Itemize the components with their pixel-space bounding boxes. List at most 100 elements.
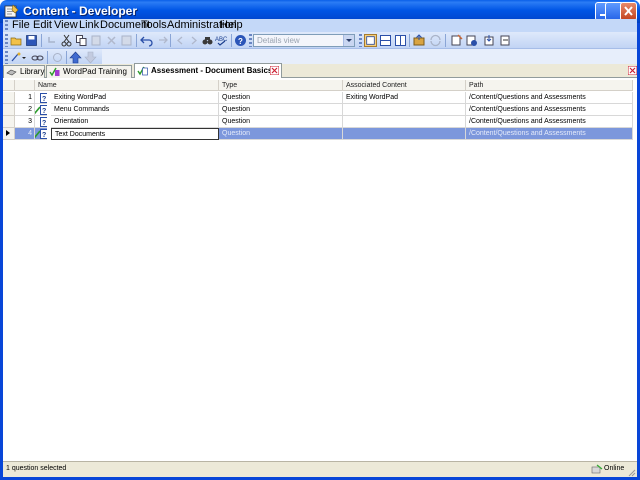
question-icon: ? <box>40 117 47 127</box>
row-number: 1 <box>15 92 35 104</box>
menu-tools[interactable]: Tools <box>141 19 167 32</box>
column-header-path[interactable]: Path <box>466 80 633 91</box>
link-icon[interactable] <box>31 51 44 64</box>
svg-text:?: ? <box>42 96 46 103</box>
svg-text:?: ? <box>42 120 46 127</box>
chevron-down-icon[interactable] <box>343 35 354 46</box>
resize-grip-icon[interactable] <box>628 469 636 477</box>
tab-wordpad-training[interactable]: WordPad Training <box>46 65 132 78</box>
cell-path[interactable]: /Content/Questions and Assessments <box>466 128 633 140</box>
tab-library[interactable]: Library <box>3 65 45 78</box>
table-row[interactable]: 2 ? Menu Commands Question /Content/Ques… <box>3 104 633 116</box>
publish-icon[interactable] <box>413 34 426 47</box>
cell-associated-content[interactable]: Exiting WordPad <box>343 92 466 104</box>
view-mode-value: Details view <box>257 36 300 45</box>
column-header-type[interactable]: Type <box>219 80 343 91</box>
tab-label: WordPad Training <box>63 67 127 76</box>
nav-back-disabled-icon[interactable] <box>174 34 187 47</box>
row-number: 2 <box>15 104 35 116</box>
row-selector[interactable] <box>3 128 15 140</box>
column-header-number[interactable] <box>15 80 35 91</box>
menu-link[interactable]: Link <box>79 19 99 32</box>
cell-associated-content[interactable] <box>343 104 466 116</box>
status-bar <box>3 461 637 477</box>
question-icon: ? <box>40 129 47 139</box>
status-message: 1 question selected <box>6 465 67 472</box>
nav-forward-disabled-icon[interactable] <box>187 34 200 47</box>
cell-type[interactable]: Question <box>219 128 343 140</box>
undo-icon[interactable] <box>140 34 153 47</box>
tab-assessment-document-basics[interactable]: Assessment - Document Basics <box>134 63 282 78</box>
layout-details-icon[interactable] <box>364 34 377 47</box>
connection-status: Online <box>604 465 625 472</box>
row-number: 3 <box>15 116 35 128</box>
close-icon <box>624 6 633 16</box>
cell-type[interactable]: Question <box>219 92 343 104</box>
tab-label: Assessment - Document Basics <box>151 66 273 75</box>
copy-icon[interactable] <box>75 34 88 47</box>
current-row-icon <box>6 130 10 136</box>
cell-name[interactable]: Menu Commands <box>51 104 219 116</box>
row-selector[interactable] <box>3 92 15 104</box>
view-mode-select[interactable]: Details view <box>253 34 355 47</box>
sync-disabled-icon[interactable] <box>429 34 442 47</box>
question-icon: ? <box>40 105 47 115</box>
import-icon[interactable] <box>499 34 512 47</box>
paste-disabled-icon[interactable] <box>90 34 103 47</box>
undo-disabled-icon[interactable] <box>46 34 59 47</box>
row-status: ? <box>35 116 47 128</box>
app-icon[interactable] <box>4 4 19 19</box>
cell-path[interactable]: /Content/Questions and Assessments <box>466 92 633 104</box>
menu-edit[interactable]: Edit <box>33 19 52 32</box>
delete-disabled-icon[interactable] <box>105 34 118 47</box>
row-status: ? <box>35 128 47 140</box>
svg-text:ABC: ABC <box>215 37 228 43</box>
menu-file[interactable]: File <box>12 19 30 32</box>
layout-split-vertical-icon[interactable] <box>394 34 407 47</box>
spelling-icon[interactable]: ABC <box>215 34 228 47</box>
redo-disabled-icon[interactable] <box>155 34 168 47</box>
cell-path[interactable]: /Content/Questions and Assessments <box>466 116 633 128</box>
export-icon[interactable] <box>483 34 496 47</box>
new-document-dropdown-icon[interactable] <box>21 51 27 64</box>
cell-name[interactable]: Text Documents <box>51 128 219 140</box>
online-status-icon <box>591 464 603 474</box>
row-status: ? <box>35 104 47 116</box>
check-out-icon[interactable] <box>465 34 478 47</box>
cell-type[interactable]: Question <box>219 104 343 116</box>
row-selector[interactable] <box>3 104 15 116</box>
cell-associated-content[interactable] <box>343 128 466 140</box>
row-selector[interactable] <box>3 116 15 128</box>
standard-toolbar: ABC ? Details view <box>3 32 637 49</box>
menu-view[interactable]: View <box>54 19 78 32</box>
attachment-disabled-icon[interactable] <box>51 51 64 64</box>
properties-disabled-icon[interactable] <box>120 34 133 47</box>
move-up-icon[interactable] <box>69 51 82 64</box>
move-down-disabled-icon[interactable] <box>84 51 97 64</box>
table-row[interactable]: 3 ? Orientation Question /Content/Questi… <box>3 116 633 128</box>
close-all-tabs-icon[interactable] <box>628 66 637 75</box>
save-icon[interactable] <box>25 34 38 47</box>
cut-icon[interactable] <box>60 34 73 47</box>
menu-help[interactable]: Help <box>220 19 243 32</box>
cell-name[interactable]: Exiting WordPad <box>51 92 219 104</box>
cell-type[interactable]: Question <box>219 116 343 128</box>
cell-path[interactable]: /Content/Questions and Assessments <box>466 104 633 116</box>
assessment-icon <box>137 66 148 76</box>
open-icon[interactable] <box>10 34 23 47</box>
row-status: ? <box>35 92 47 104</box>
find-icon[interactable] <box>201 34 214 47</box>
cell-associated-content[interactable] <box>343 116 466 128</box>
column-header-name[interactable]: Name <box>35 80 219 91</box>
cell-name[interactable]: Orientation <box>51 116 219 128</box>
close-tab-icon[interactable] <box>270 66 279 75</box>
table-row[interactable]: 4 ? Text Documents Question /Content/Que… <box>3 128 633 140</box>
question-icon: ? <box>40 93 47 103</box>
column-header-associated-content[interactable]: Associated Content <box>343 80 466 91</box>
row-number: 4 <box>15 128 35 140</box>
table-row[interactable]: 1 ? Exiting WordPad Question Exiting Wor… <box>3 92 633 104</box>
layout-split-horizontal-icon[interactable] <box>379 34 392 47</box>
window-title: Content - Developer <box>23 4 138 18</box>
help-icon[interactable]: ? <box>234 34 247 47</box>
check-in-icon[interactable] <box>450 34 463 47</box>
